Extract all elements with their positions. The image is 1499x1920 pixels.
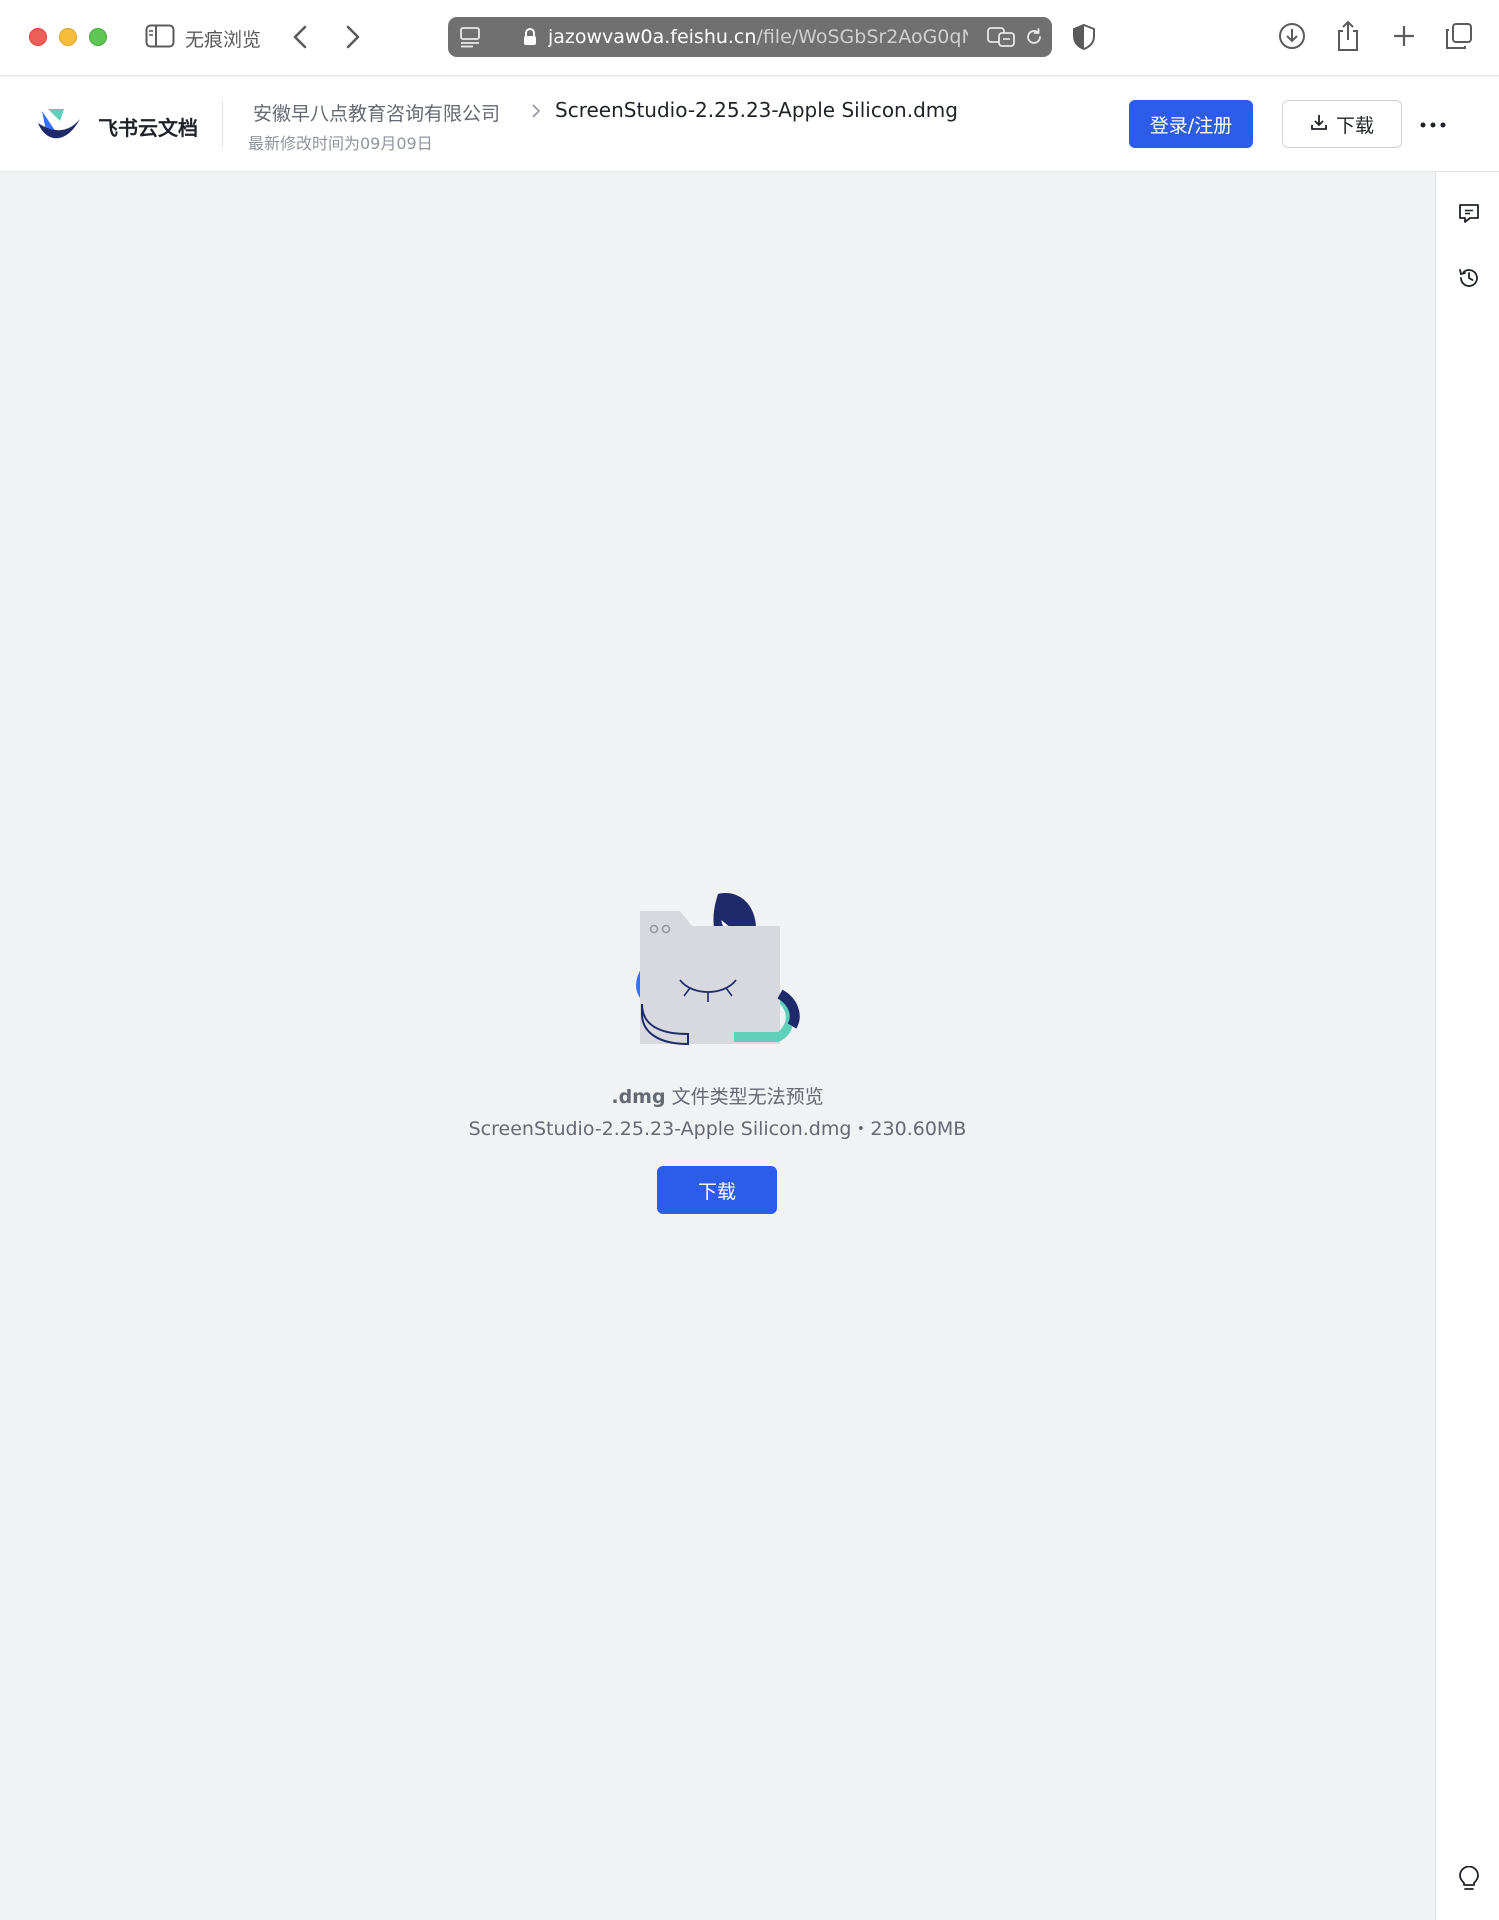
privacy-shield-icon[interactable] bbox=[1070, 22, 1098, 52]
url-text[interactable]: jazowvaw0a.feishu.cn/file/WoSGbSr2AoG0qN… bbox=[548, 26, 968, 48]
url-path: /file/WoSGbSr2AoG0qNx bbox=[756, 26, 968, 48]
more-options-icon[interactable] bbox=[1418, 110, 1448, 140]
feishu-logo-icon[interactable] bbox=[36, 105, 82, 145]
close-window-button[interactable] bbox=[29, 28, 47, 46]
file-extension: .dmg bbox=[611, 1086, 666, 1108]
address-bar[interactable]: jazowvaw0a.feishu.cn/file/WoSGbSr2AoG0qN… bbox=[448, 17, 1052, 57]
translate-icon[interactable] bbox=[986, 25, 1016, 49]
share-icon[interactable] bbox=[1332, 18, 1364, 54]
unsupported-file-illustration bbox=[636, 893, 800, 1046]
last-modified-text: 最新修改时间为09月09日 bbox=[248, 134, 433, 153]
file-info: ScreenStudio-2.25.23-Apple Silicon.dmg・2… bbox=[468, 1118, 967, 1140]
tab-overview-icon[interactable] bbox=[1443, 20, 1475, 52]
reader-icon[interactable] bbox=[458, 25, 482, 49]
doc-header: 飞书云文档 安徽早八点教育咨询有限公司 ScreenStudio-2.25.23… bbox=[0, 77, 1499, 172]
preview-message-text: 文件类型无法预览 bbox=[665, 1086, 824, 1108]
history-icon[interactable] bbox=[1456, 265, 1482, 291]
new-tab-icon[interactable] bbox=[1388, 20, 1420, 52]
comment-icon[interactable] bbox=[1456, 200, 1482, 226]
header-download-label: 下载 bbox=[1335, 114, 1374, 137]
sidebar-toggle-icon[interactable] bbox=[145, 23, 175, 49]
lock-icon bbox=[522, 27, 538, 47]
chevron-right-icon bbox=[530, 101, 544, 121]
private-browsing-label: 无痕浏览 bbox=[185, 29, 262, 51]
right-toolbar bbox=[1435, 172, 1499, 1920]
zoom-window-button[interactable] bbox=[89, 28, 107, 46]
back-icon[interactable] bbox=[287, 22, 313, 52]
download-icon bbox=[1310, 113, 1328, 136]
forward-icon[interactable] bbox=[340, 22, 366, 52]
minimize-window-button[interactable] bbox=[59, 28, 77, 46]
lightbulb-icon[interactable] bbox=[1456, 1866, 1482, 1892]
downloads-icon[interactable] bbox=[1276, 20, 1308, 52]
browser-toolbar: 无痕浏览 jazowvaw0a.feishu.cn/file/WoSGbSr2A… bbox=[0, 0, 1499, 76]
brand-name[interactable]: 飞书云文档 bbox=[98, 112, 198, 141]
page-title: ScreenStudio-2.25.23-Apple Silicon.dmg bbox=[555, 98, 958, 122]
download-button[interactable]: 下载 bbox=[657, 1166, 777, 1214]
header-download-button[interactable]: 下载 bbox=[1282, 100, 1402, 148]
preview-unavailable-message: .dmg 文件类型无法预览 bbox=[0, 1082, 1435, 1109]
breadcrumb-company[interactable]: 安徽早八点教育咨询有限公司 bbox=[253, 99, 500, 126]
file-preview-area: .dmg 文件类型无法预览 ScreenStudio-2.25.23-Apple… bbox=[0, 172, 1435, 1920]
reload-icon[interactable] bbox=[1023, 26, 1045, 48]
header-divider bbox=[222, 101, 223, 147]
login-register-button[interactable]: 登录/注册 bbox=[1129, 100, 1253, 148]
url-host: jazowvaw0a.feishu.cn bbox=[548, 26, 757, 48]
